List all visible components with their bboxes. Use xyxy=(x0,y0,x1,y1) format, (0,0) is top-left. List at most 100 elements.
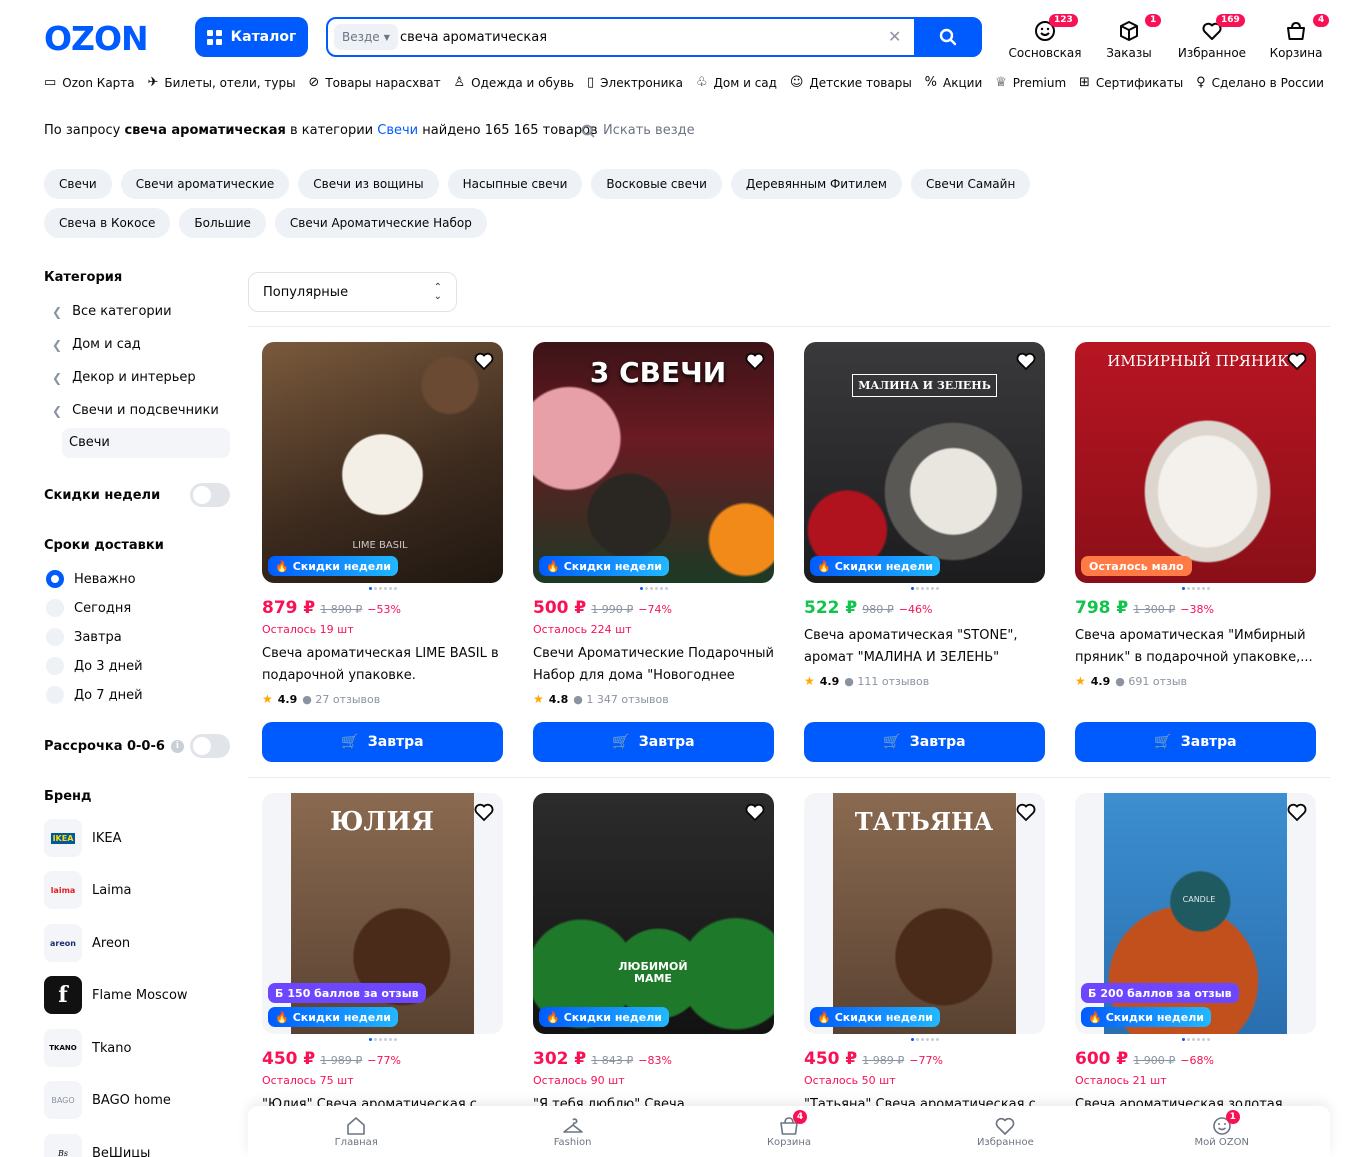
delivery-radio[interactable]: До 3 дней xyxy=(46,657,143,675)
nav-hot[interactable]: ⊘ Товары нарасхват xyxy=(308,75,440,90)
search-everywhere-link[interactable]: Искать везде xyxy=(581,123,695,138)
nav-kids[interactable]: ☺ Детские товары xyxy=(790,75,912,90)
brand-item[interactable]: areon Areon xyxy=(44,924,130,962)
product-card[interactable]: ТАТЬЯНА 🔥 Скидки недели 450 ₽1 989 ₽ −77% … xyxy=(804,793,1045,1138)
installment-toggle[interactable] xyxy=(190,734,230,758)
brand-item[interactable]: f Flame Moscow xyxy=(44,976,188,1014)
brand-item[interactable]: TKANO Tkano xyxy=(44,1029,131,1067)
delivery-radio[interactable]: Завтра xyxy=(46,628,122,646)
product-card[interactable]: 3 СВЕЧИ 🔥 Скидки недели 500 ₽1 990 ₽ −74% … xyxy=(533,342,774,706)
tab-label: Корзина xyxy=(766,1136,811,1148)
delivery-radio[interactable]: Неважно xyxy=(46,570,136,588)
chip[interactable]: Свечи Ароматические Набор xyxy=(274,208,487,238)
nav-made-in-russia[interactable]: ♀ Сделано в России xyxy=(1196,75,1324,90)
product-title[interactable]: Свечи Ароматические Подарочный Набор для… xyxy=(533,643,774,687)
product-card[interactable]: ИМБИРНЫЙ ПРЯНИК Осталось мало 798 ₽ 1 300… xyxy=(1075,342,1316,688)
heart-icon[interactable] xyxy=(1286,350,1308,372)
category-item[interactable]: ❮ Свечи и подсвечники xyxy=(52,403,219,418)
add-to-cart-button[interactable]: 🛒 Завтра xyxy=(533,722,774,762)
product-image[interactable]: ЮЛИЯ Б 150 баллов за отзыв 🔥 Скидки недели xyxy=(262,793,503,1034)
search-button[interactable] xyxy=(914,17,982,57)
rating-row[interactable]: ★ 4.9 ● 691 отзыв xyxy=(1075,674,1316,688)
product-title[interactable]: Свеча ароматическая "Имбирный пряник" в … xyxy=(1075,625,1316,669)
rating-row[interactable]: ★ 4.8 ● 1 347 отзывов xyxy=(533,692,774,706)
brand-item[interactable]: BAGO BAGO home xyxy=(44,1081,171,1119)
old-price: 1 843 ₽ xyxy=(591,1054,634,1067)
chip[interactable]: Свечи Самайн xyxy=(910,169,1031,199)
chip[interactable]: Большие xyxy=(179,208,266,238)
weekly-discounts-toggle[interactable] xyxy=(190,483,230,507)
catalog-button[interactable]: Каталог xyxy=(195,17,308,57)
product-image[interactable]: ИМБИРНЫЙ ПРЯНИК Осталось мало xyxy=(1075,342,1316,583)
chip[interactable]: Свеча в Кокосе xyxy=(44,208,171,238)
nav-premium[interactable]: ♕ Premium xyxy=(995,75,1066,90)
rating-row[interactable]: ★ 4.9 ● 27 отзывов xyxy=(262,692,503,706)
query-category-link[interactable]: Свечи xyxy=(377,123,418,138)
product-image[interactable]: ЛЮБИМОЙ МАМЕ 🔥 Скидки недели xyxy=(533,793,774,1034)
chip[interactable]: Свечи xyxy=(44,169,112,199)
header-profile[interactable]: 123 Сосновская xyxy=(1005,14,1085,60)
heart-icon[interactable] xyxy=(473,801,495,823)
heart-icon[interactable] xyxy=(744,350,766,372)
nav-certificates[interactable]: ⊞ Сертификаты xyxy=(1079,75,1183,90)
product-card[interactable]: ЮЛИЯ Б 150 баллов за отзыв 🔥 Скидки недели… xyxy=(262,793,503,1138)
add-to-cart-button[interactable]: 🛒 Завтра xyxy=(804,722,1045,762)
star-icon: ★ xyxy=(1075,674,1086,688)
chip[interactable]: Деревянным Фитилем xyxy=(730,169,902,199)
product-image[interactable]: ТАТЬЯНА 🔥 Скидки недели xyxy=(804,793,1045,1034)
heart-icon[interactable] xyxy=(1015,801,1037,823)
tab-cart[interactable]: 4 Корзина xyxy=(749,1109,829,1148)
logo-text: TKANO xyxy=(49,1044,77,1052)
delivery-radio[interactable]: До 7 дней xyxy=(46,686,143,704)
product-image[interactable]: CANDLE Б 200 баллов за отзыв 🔥 Скидки неде… xyxy=(1075,793,1316,1034)
category-item[interactable]: ❮ Дом и сад xyxy=(52,337,141,352)
product-card[interactable]: МАЛИНА И ЗЕЛЕНЬ 🔥 Скидки недели 522 ₽ 980 … xyxy=(804,342,1045,688)
info-icon[interactable]: i xyxy=(170,740,184,753)
weekly-discount-tag: 🔥 Скидки недели xyxy=(268,556,399,576)
header-favorites[interactable]: 169 Избранное xyxy=(1172,14,1252,60)
nav-home[interactable]: ♧ Дом и сад xyxy=(696,75,777,90)
chip[interactable]: Насыпные свечи xyxy=(447,169,583,199)
chip[interactable]: Свечи ароматические xyxy=(120,169,290,199)
nav-sales[interactable]: % Акции xyxy=(925,75,983,90)
brand-item[interactable]: IKEA IKEA xyxy=(44,819,121,857)
category-item[interactable]: ❮ Все категории xyxy=(52,304,172,319)
brand-item[interactable]: Bs BeШицы xyxy=(44,1134,150,1157)
nav-electronics[interactable]: ▯ Электроника xyxy=(587,75,683,90)
nav-clothes[interactable]: ♙ Одежда и обувь xyxy=(453,75,574,90)
nav-tickets[interactable]: ✈ Билеты, отели, туры xyxy=(147,75,295,90)
chip[interactable]: Свечи из вощины xyxy=(298,169,439,199)
clear-icon[interactable]: ✕ xyxy=(888,27,901,47)
header-cart[interactable]: 4 Корзина xyxy=(1256,14,1336,60)
add-to-cart-button[interactable]: 🛒 Завтра xyxy=(1075,722,1316,762)
heart-icon[interactable] xyxy=(1015,350,1037,372)
product-card[interactable]: LIME BASIL 🔥 Скидки недели 879 ₽ 1 890 ₽ −5… xyxy=(262,342,503,706)
product-image[interactable]: LIME BASIL 🔥 Скидки недели xyxy=(262,342,503,583)
delivery-radio[interactable]: Сегодня xyxy=(46,599,131,617)
product-title[interactable]: Свеча ароматическая LIME BASIL в подароч… xyxy=(262,643,503,687)
nav-ozon-card[interactable]: ▭ Ozon Карта xyxy=(44,75,135,90)
tab-my-ozon[interactable]: 1 Мой OZON xyxy=(1182,1109,1262,1148)
product-card[interactable]: CANDLE Б 200 баллов за отзыв 🔥 Скидки неде… xyxy=(1075,793,1316,1138)
ozon-logo[interactable]: OZON xyxy=(44,22,149,56)
tab-home[interactable]: Главная xyxy=(316,1116,396,1148)
heart-icon[interactable] xyxy=(1286,801,1308,823)
tab-fashion[interactable]: Fashion xyxy=(533,1116,613,1148)
heart-icon[interactable] xyxy=(473,350,495,372)
chip[interactable]: Восковые свечи xyxy=(591,169,722,199)
brand-item[interactable]: laima Laima xyxy=(44,871,131,909)
category-item[interactable]: ❮ Декор и интерьер xyxy=(52,370,196,385)
tab-favorites[interactable]: Избранное xyxy=(965,1116,1045,1148)
product-image[interactable]: МАЛИНА И ЗЕЛЕНЬ 🔥 Скидки недели xyxy=(804,342,1045,583)
rating-row[interactable]: ★ 4.9 ● 111 отзывов xyxy=(804,674,1045,688)
heart-icon[interactable] xyxy=(744,801,766,823)
search-scope-select[interactable]: Везде ▼ xyxy=(334,24,398,50)
product-card[interactable]: ЛЮБИМОЙ МАМЕ 🔥 Скидки недели 302 ₽ 1 843 ₽… xyxy=(533,793,774,1138)
category-active[interactable]: Свечи xyxy=(62,428,230,458)
sort-select[interactable]: Популярные ⌃ ⌄ xyxy=(248,272,457,312)
product-image[interactable]: 3 СВЕЧИ 🔥 Скидки недели xyxy=(533,342,774,583)
add-to-cart-button[interactable]: 🛒 Завтра xyxy=(262,722,503,762)
product-title[interactable]: Свеча ароматическая "STONE", аромат "МАЛ… xyxy=(804,625,1045,669)
search-input[interactable] xyxy=(400,25,880,49)
header-orders[interactable]: 1 Заказы xyxy=(1089,14,1169,60)
